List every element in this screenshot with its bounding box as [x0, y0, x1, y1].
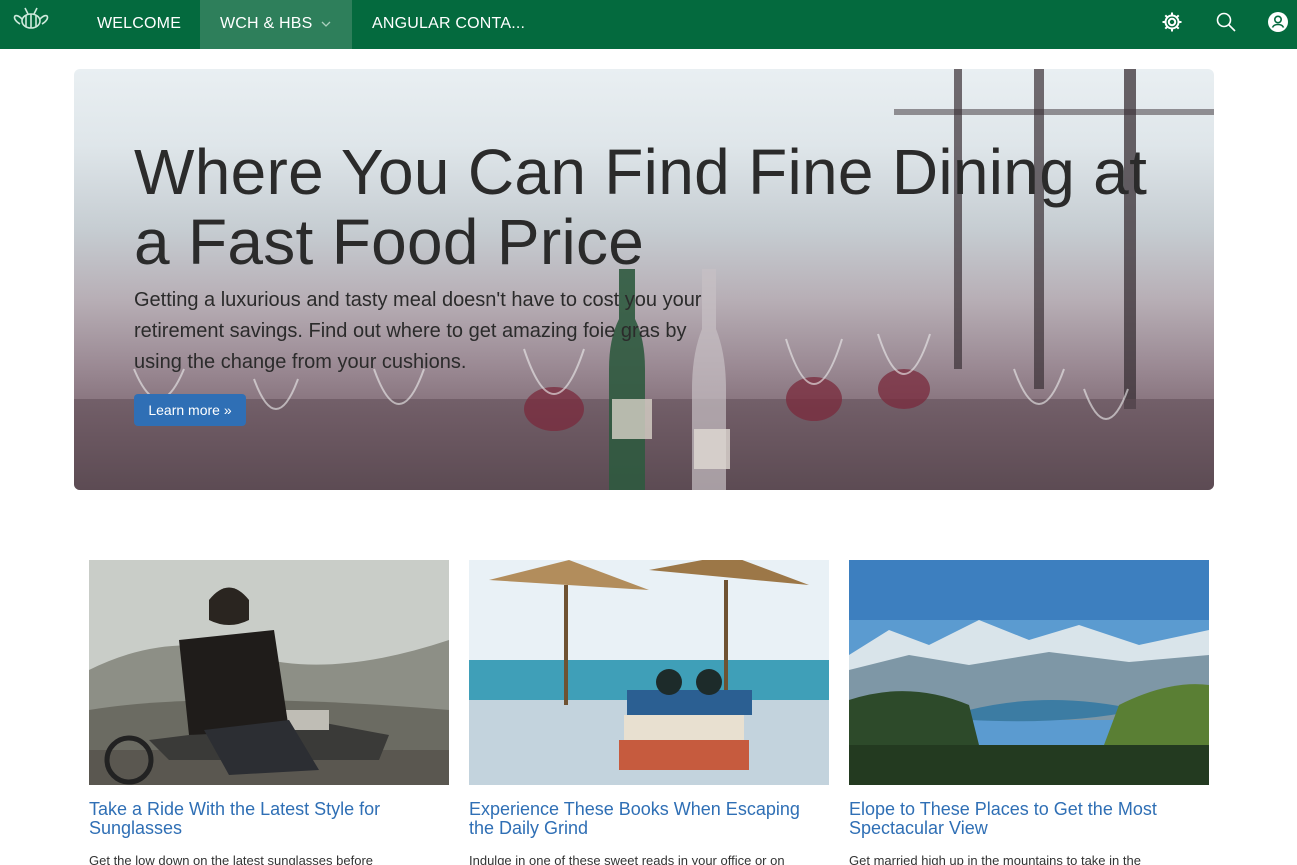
- user-icon[interactable]: [1266, 10, 1290, 34]
- nav-tab-wch-hbs-label: WCH & HBS: [220, 15, 313, 32]
- card-title-link[interactable]: Take a Ride With the Latest Style for Su…: [89, 800, 449, 838]
- hero-description: Getting a luxurious and tasty meal doesn…: [134, 289, 702, 373]
- card-image-motorcycle[interactable]: [89, 560, 449, 785]
- nav-tab-wch-hbs[interactable]: WCH & HBS: [200, 0, 352, 49]
- card-excerpt: Get married high up in the mountains to …: [849, 853, 1141, 865]
- gear-icon[interactable]: [1160, 10, 1184, 34]
- card-title-link[interactable]: Elope to These Places to Get the Most Sp…: [849, 800, 1209, 838]
- article-card: Elope to These Places to Get the Most Sp…: [849, 560, 1209, 865]
- card-excerpt: Indulge in one of these sweet reads in y…: [469, 853, 785, 865]
- article-card: Take a Ride With the Latest Style for Su…: [89, 560, 449, 865]
- hero-background-image: [74, 69, 1214, 490]
- card-title-link[interactable]: Experience These Books When Escaping the…: [469, 800, 829, 838]
- nav-tab-angular-contact[interactable]: ANGULAR CONTA...: [372, 0, 525, 49]
- article-card: Experience These Books When Escaping the…: [469, 560, 829, 865]
- nav-tab-welcome[interactable]: WELCOME: [97, 0, 181, 49]
- chevron-down-icon: [321, 21, 331, 27]
- learn-more-button[interactable]: Learn more »: [134, 394, 246, 426]
- search-icon[interactable]: [1214, 10, 1238, 34]
- hero-banner: Where You Can Find Fine Dining at a Fast…: [74, 69, 1214, 490]
- card-image-mountain-lake[interactable]: [849, 560, 1209, 785]
- card-image-books-beach[interactable]: [469, 560, 829, 785]
- card-excerpt: Get the low down on the latest sunglasse…: [89, 853, 374, 865]
- bee-logo-icon[interactable]: [10, 5, 52, 35]
- hero-title: Where You Can Find Fine Dining at a Fast…: [134, 136, 1148, 278]
- top-navbar: WELCOME WCH & HBS ANGULAR CONTA...: [0, 0, 1297, 49]
